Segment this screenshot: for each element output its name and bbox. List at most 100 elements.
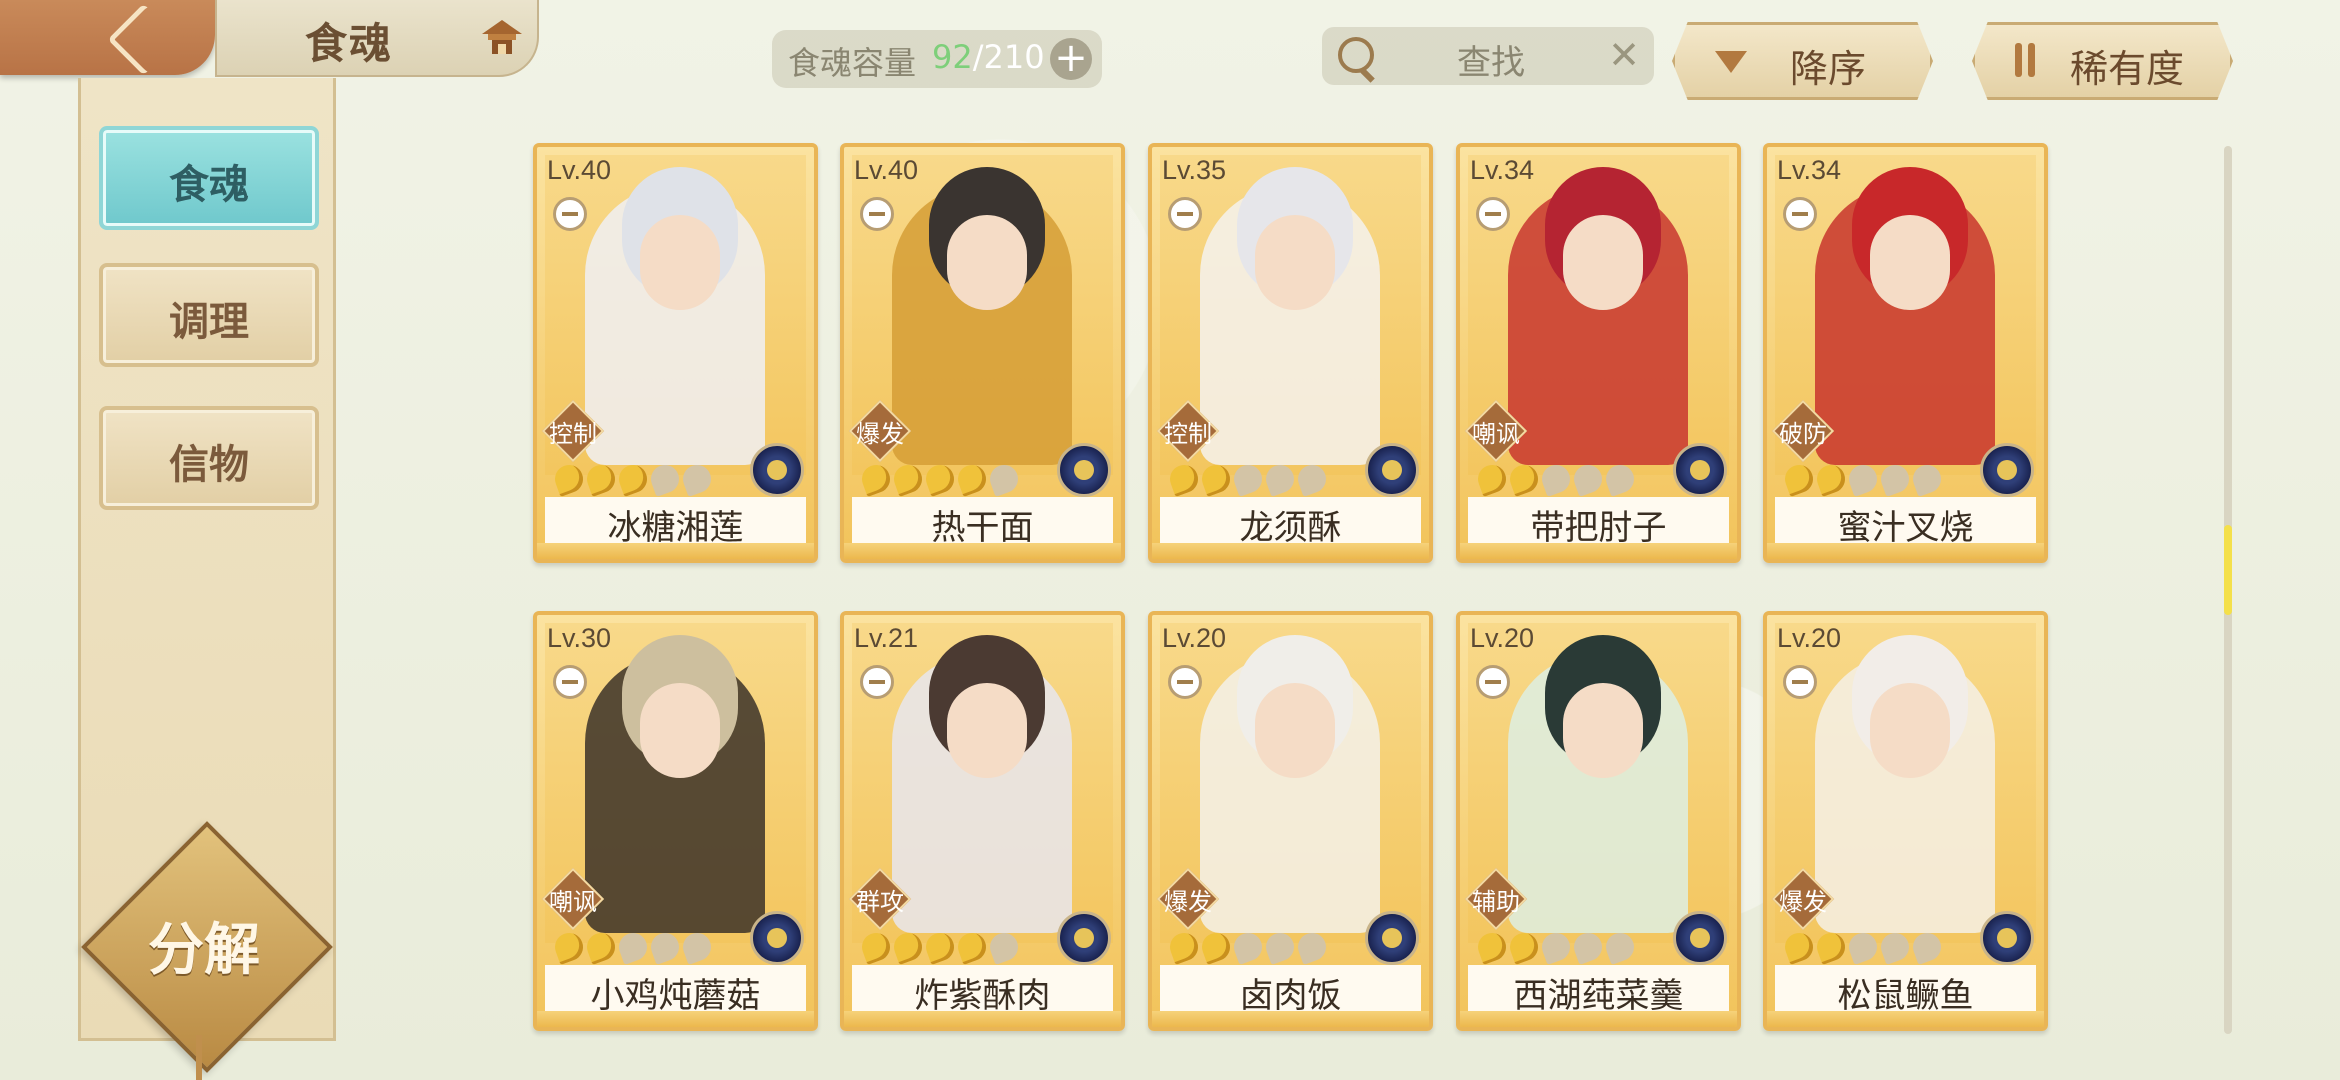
lock-icon[interactable] [1783, 665, 1817, 699]
star-icon [551, 929, 587, 965]
star-icon [1781, 929, 1817, 965]
star-rating [858, 461, 1022, 501]
star-icon [1602, 461, 1638, 497]
star-icon [647, 461, 683, 497]
role-tag: 控制 [541, 399, 605, 463]
star-icon [615, 929, 651, 965]
star-icon [1909, 461, 1945, 497]
food-soul-card[interactable]: Lv.35 控制 龙须酥 [1148, 143, 1433, 563]
star-icon [1570, 461, 1606, 497]
star-icon [1198, 929, 1234, 965]
element-emblem-icon [1980, 443, 2034, 497]
star-icon [1262, 461, 1298, 497]
role-tag-label: 嘲讽 [1472, 420, 1520, 448]
level-label: Lv.20 [1470, 623, 1535, 653]
lock-icon[interactable] [860, 665, 894, 699]
star-icon [858, 461, 894, 497]
food-soul-card[interactable]: Lv.20 爆发松鼠鳜鱼 [1763, 611, 2048, 1031]
star-icon [679, 929, 715, 965]
role-tag: 爆发 [1156, 867, 1220, 931]
sidebar-item-tokens[interactable]: 信物 [99, 406, 319, 510]
character-name: 冰糖湘莲 [607, 508, 744, 548]
food-soul-card[interactable]: Lv.20 爆发 卤肉饭 [1148, 611, 1433, 1031]
star-rating [1781, 929, 1945, 969]
food-soul-card[interactable]: Lv.40 控制冰糖湘莲 [533, 143, 818, 563]
lock-icon[interactable] [553, 197, 587, 231]
element-emblem-icon [750, 443, 804, 497]
lock-icon[interactable] [1476, 665, 1510, 699]
star-rating [1166, 461, 1330, 501]
star-rating [858, 929, 1022, 969]
character-name: 松鼠鳜鱼 [1837, 976, 1974, 1016]
food-soul-card[interactable]: Lv.34 嘲讽带把肘子 [1456, 143, 1741, 563]
food-soul-card[interactable]: Lv.20 辅助西湖莼菜羹 [1456, 611, 1741, 1031]
element-emblem-icon [1673, 443, 1727, 497]
lock-icon[interactable] [1168, 665, 1202, 699]
star-icon [986, 461, 1022, 497]
lock-icon[interactable] [1168, 197, 1202, 231]
scrollbar-thumb[interactable] [2224, 525, 2232, 615]
home-icon[interactable] [478, 18, 526, 58]
tassel-decoration [196, 1035, 202, 1080]
star-icon [1538, 929, 1574, 965]
star-icon [1602, 929, 1638, 965]
food-soul-card[interactable]: Lv.40 爆发 热干面 [840, 143, 1125, 563]
food-soul-card[interactable]: Lv.21 群攻 炸紫酥肉 [840, 611, 1125, 1031]
capacity-separator: / [972, 38, 984, 76]
name-plate: 龙须酥 [1160, 497, 1421, 548]
capacity-label: 食魂容量 [788, 44, 917, 82]
lock-icon[interactable] [1783, 197, 1817, 231]
character-name: 热干面 [931, 508, 1034, 548]
star-icon [1506, 461, 1542, 497]
lock-icon[interactable] [553, 665, 587, 699]
star-icon [1570, 929, 1606, 965]
star-rating [1474, 461, 1638, 501]
back-button[interactable] [0, 0, 215, 76]
level-label: Lv.40 [547, 155, 612, 185]
character-name: 西湖莼菜羹 [1513, 976, 1684, 1016]
role-tag-label: 爆发 [1164, 888, 1212, 916]
search-input[interactable]: 查找 ✕ [1322, 27, 1654, 85]
character-name: 蜜汁叉烧 [1837, 508, 1974, 548]
name-plate: 松鼠鳜鱼 [1775, 965, 2036, 1016]
star-icon [890, 461, 926, 497]
lock-icon[interactable] [1476, 197, 1510, 231]
level-label: Lv.30 [547, 623, 612, 653]
star-icon [922, 461, 958, 497]
star-rating [1166, 929, 1330, 969]
star-icon [1909, 929, 1945, 965]
star-rating [1474, 929, 1638, 969]
sort-by-button[interactable]: 稀有度 [1972, 22, 2233, 100]
element-emblem-icon [1673, 911, 1727, 965]
food-soul-card[interactable]: Lv.34 破防 蜜汁叉烧 [1763, 143, 2048, 563]
star-icon [922, 929, 958, 965]
role-tag: 群攻 [848, 867, 912, 931]
sidebar-item-cooking[interactable]: 调理 [99, 263, 319, 367]
star-icon [615, 461, 651, 497]
star-icon [1474, 929, 1510, 965]
star-icon [1845, 929, 1881, 965]
role-tag-label: 爆发 [1779, 888, 1827, 916]
sidebar-item-label: 调理 [169, 299, 249, 345]
clear-search-button[interactable]: ✕ [1608, 33, 1640, 77]
sort-swap-icon [2011, 43, 2041, 79]
name-plate: 西湖莼菜羹 [1468, 965, 1729, 1016]
star-icon [1813, 461, 1849, 497]
level-label: Lv.20 [1162, 623, 1227, 653]
add-capacity-button[interactable]: + [1050, 38, 1092, 80]
star-icon [1166, 929, 1202, 965]
role-tag-label: 辅助 [1472, 888, 1520, 916]
back-arrow-icon [107, 3, 180, 76]
sidebar-item-food-soul[interactable]: 食魂 [99, 126, 319, 230]
star-icon [679, 461, 715, 497]
role-tag: 辅助 [1464, 867, 1528, 931]
sort-order-button[interactable]: 降序 [1672, 22, 1933, 100]
lock-icon[interactable] [860, 197, 894, 231]
role-tag: 嘲讽 [541, 867, 605, 931]
element-emblem-icon [1365, 911, 1419, 965]
name-plate: 带把肘子 [1468, 497, 1729, 548]
name-plate: 热干面 [852, 497, 1113, 548]
food-soul-card[interactable]: Lv.30 嘲讽 小鸡炖蘑菇 [533, 611, 818, 1031]
level-label: Lv.20 [1777, 623, 1842, 653]
level-label: Lv.34 [1470, 155, 1535, 185]
